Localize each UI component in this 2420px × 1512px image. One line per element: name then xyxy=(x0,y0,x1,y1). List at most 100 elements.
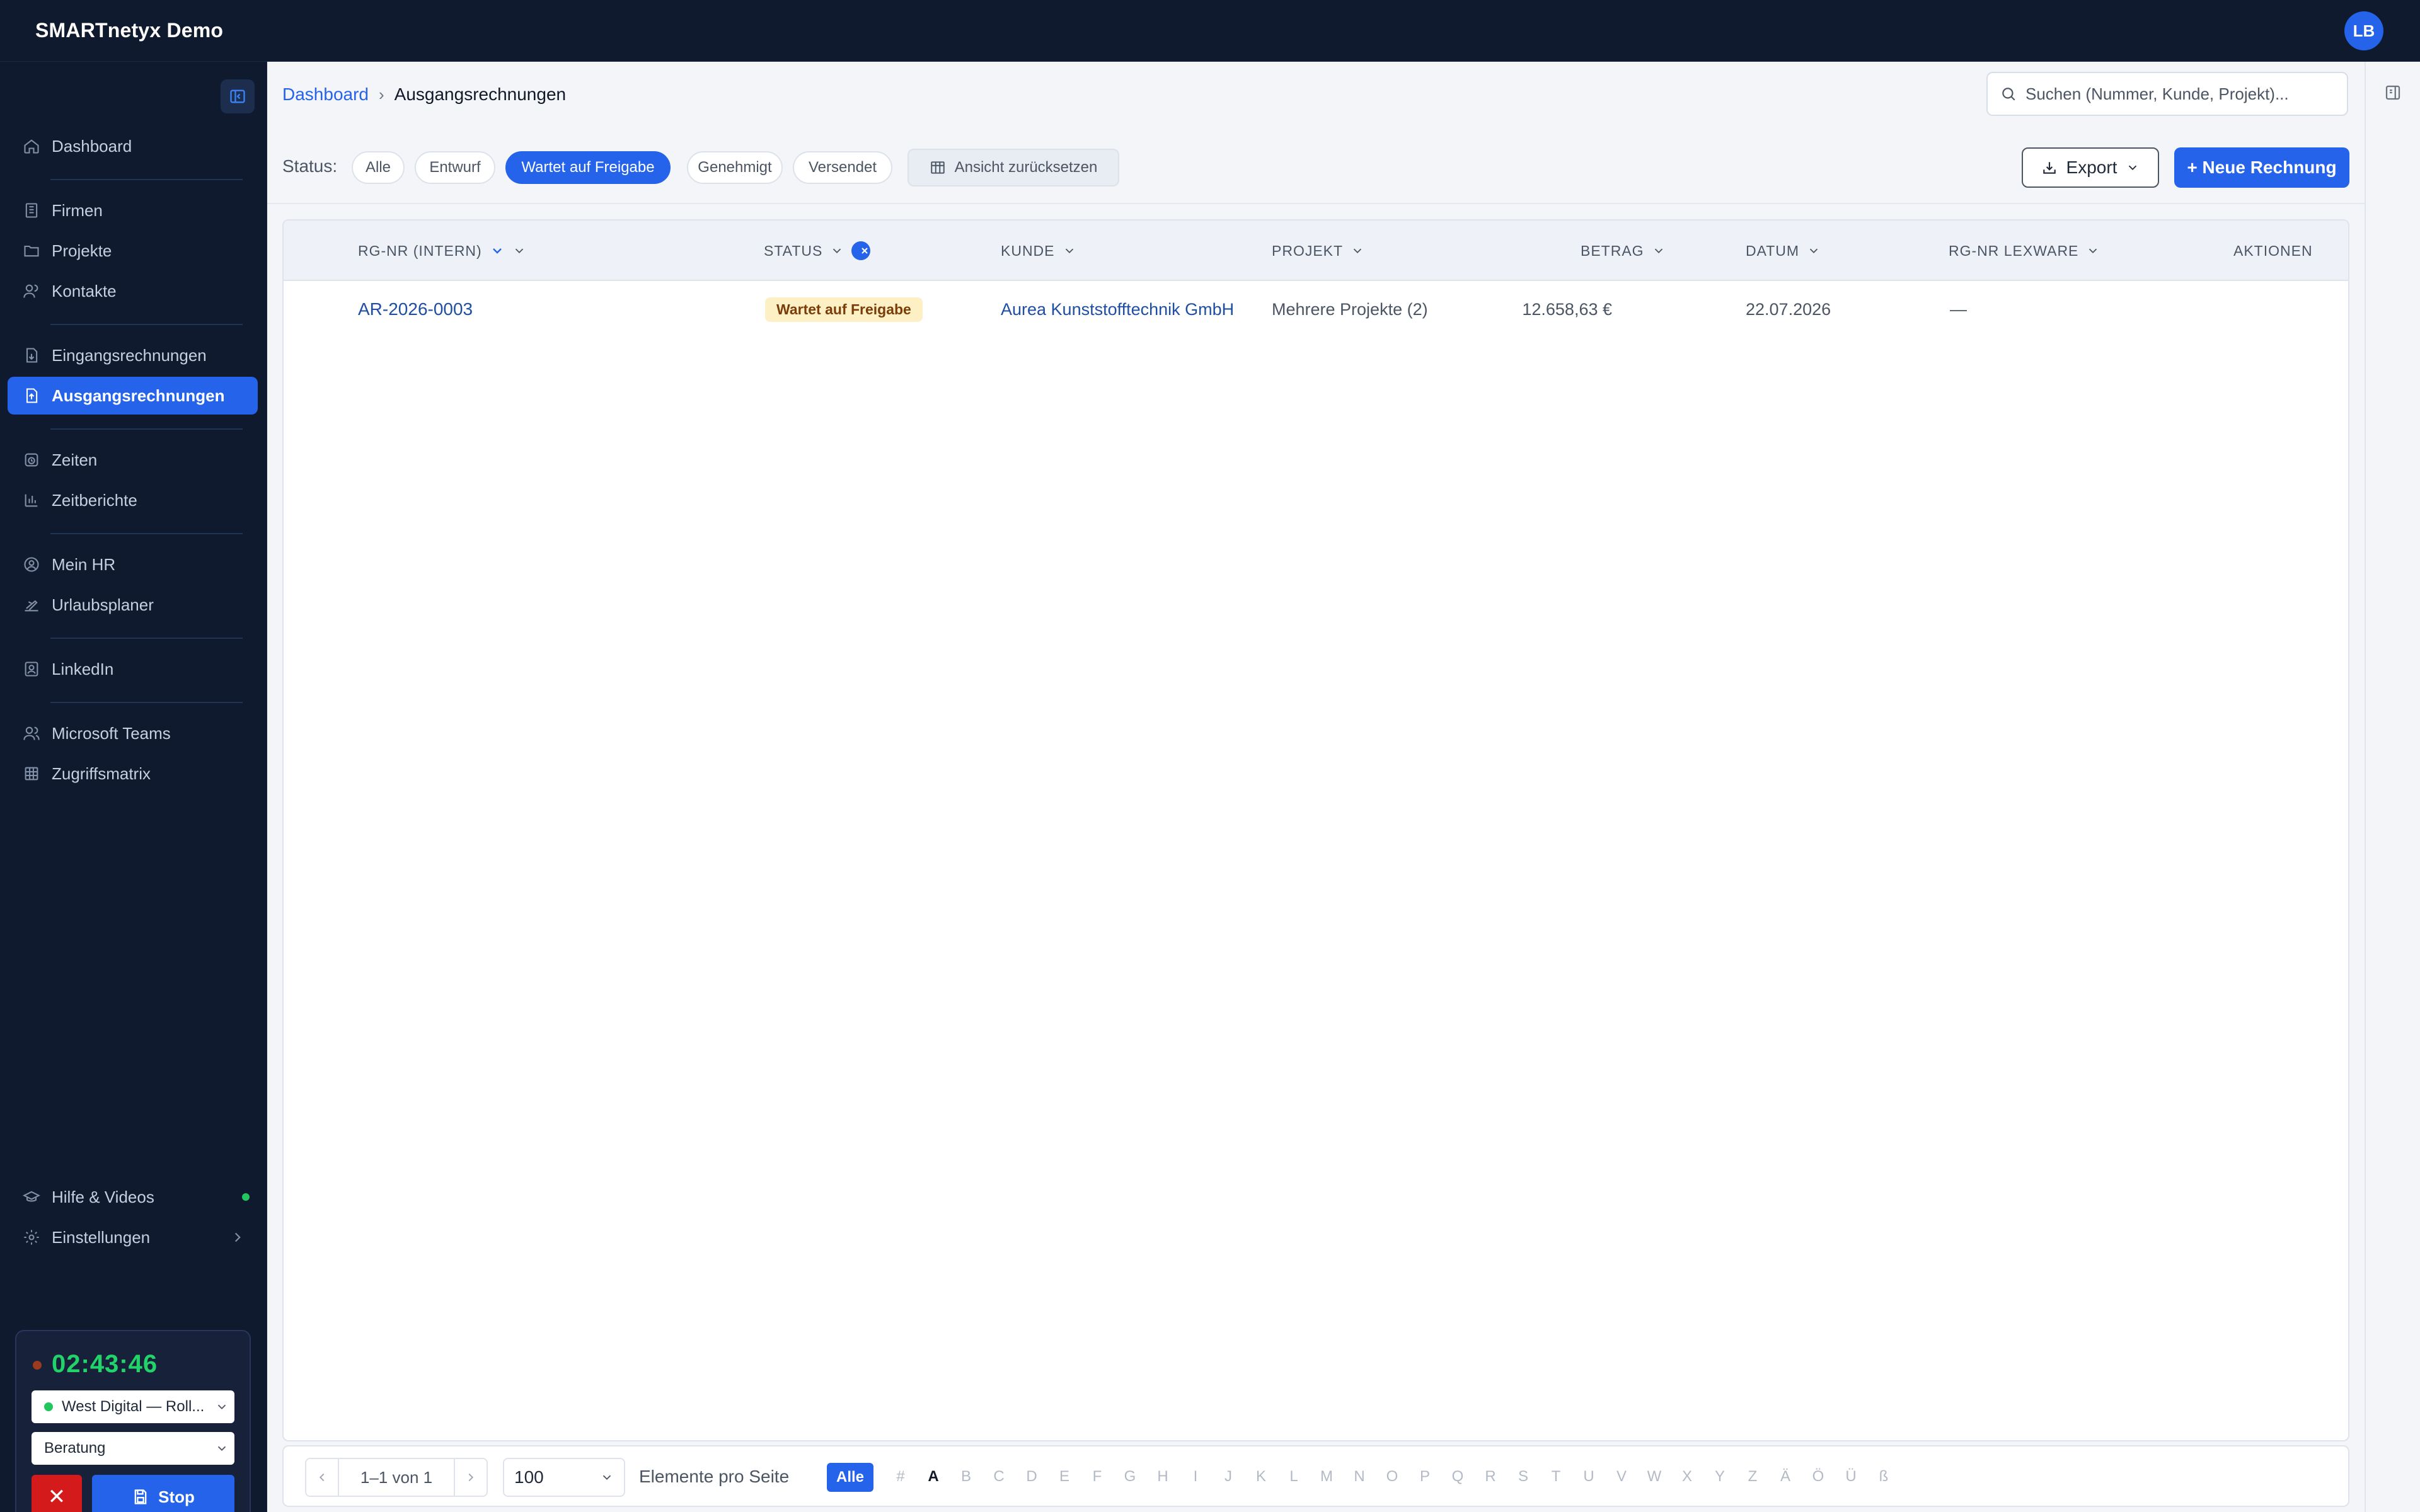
search-box[interactable] xyxy=(1986,72,2348,116)
table-row[interactable]: AR-2026-0003 xyxy=(358,281,473,338)
alphabet-letter[interactable]: Ö xyxy=(1809,1468,1828,1486)
sidebar-collapse-button[interactable] xyxy=(221,79,255,113)
timer-project-select[interactable]: West Digital — Roll... xyxy=(32,1390,234,1423)
sidebar: Dashboard Firmen Projekte Kontakte Einga… xyxy=(0,62,267,1512)
chevron-right-icon: › xyxy=(378,84,384,104)
sidebar-item-settings[interactable]: Einstellungen xyxy=(8,1218,258,1256)
alphabet-letter[interactable]: M xyxy=(1317,1468,1336,1486)
sidebar-item-urlaubsplaner[interactable]: Urlaubsplaner xyxy=(8,586,258,624)
alphabet-letter[interactable]: D xyxy=(1022,1468,1041,1486)
filter-chip-entwurf[interactable]: Entwurf xyxy=(415,151,495,184)
alphabet-letter[interactable]: G xyxy=(1121,1468,1139,1486)
clear-filter-icon[interactable] xyxy=(851,241,871,260)
sidebar-item-zeiten[interactable]: Zeiten xyxy=(8,441,258,479)
column-header-rg-nr-intern[interactable]: RG-NR (INTERN) xyxy=(358,220,526,281)
alphabet-letter[interactable]: C xyxy=(989,1468,1008,1486)
sidebar-item-projekte[interactable]: Projekte xyxy=(8,232,258,270)
column-header-betrag[interactable]: BETRAG xyxy=(1581,220,1666,281)
status-badge: Wartet auf Freigabe xyxy=(765,297,923,322)
alphabet-letter[interactable]: ß xyxy=(1874,1468,1893,1486)
sidebar-item-dashboard[interactable]: Dashboard xyxy=(8,127,258,165)
table-cell-project: Mehrere Projekte (2) xyxy=(1272,299,1428,319)
alphabet-letter[interactable]: J xyxy=(1219,1468,1238,1486)
filter-chip-wartet-auf-freigabe[interactable]: Wartet auf Freigabe xyxy=(505,151,671,184)
customer-link[interactable]: Aurea Kunststofftechnik GmbH xyxy=(1001,281,1234,338)
chevron-down-icon xyxy=(833,248,841,254)
table-columns-icon xyxy=(930,161,945,174)
alphabet-filter-all[interactable]: Alle xyxy=(827,1463,873,1492)
alphabet-letter[interactable]: V xyxy=(1612,1468,1631,1486)
breadcrumb: Dashboard › Ausgangsrechnungen xyxy=(282,84,566,105)
alphabet-letter[interactable]: X xyxy=(1678,1468,1697,1486)
right-panel-divider xyxy=(2365,62,2366,1512)
timer-cancel-button[interactable]: ✕ xyxy=(32,1475,82,1512)
alphabet-letter[interactable]: Y xyxy=(1710,1468,1729,1486)
filter-chip-alle[interactable]: Alle xyxy=(352,151,405,184)
sidebar-divider xyxy=(50,638,243,639)
alphabet-letter[interactable]: W xyxy=(1645,1468,1664,1486)
sidebar-item-mein-hr[interactable]: Mein HR xyxy=(8,546,258,583)
alphabet-letter[interactable]: O xyxy=(1383,1468,1402,1486)
user-avatar[interactable]: LB xyxy=(2344,11,2383,50)
alphabet-letter[interactable]: N xyxy=(1350,1468,1369,1486)
breadcrumb-dashboard-link[interactable]: Dashboard xyxy=(282,84,369,105)
alphabet-letter[interactable]: H xyxy=(1153,1468,1172,1486)
alphabet-letter[interactable]: Z xyxy=(1743,1468,1762,1486)
column-header-kunde[interactable]: KUNDE xyxy=(1001,220,1076,281)
alphabet-letter[interactable]: # xyxy=(891,1468,910,1486)
chevron-left-icon[interactable] xyxy=(306,1470,338,1484)
column-header-rg-nr-lexware[interactable]: RG-NR LEXWARE xyxy=(1949,220,2100,281)
alphabet-letter[interactable]: L xyxy=(1284,1468,1303,1486)
search-input[interactable] xyxy=(2025,84,2315,104)
users-icon xyxy=(13,272,50,310)
column-header-datum[interactable]: DATUM xyxy=(1746,220,1821,281)
chevron-down-icon xyxy=(600,1470,614,1484)
alphabet-letter[interactable]: T xyxy=(1547,1468,1565,1486)
panel-toggle-icon[interactable] xyxy=(2383,83,2402,102)
sidebar-item-help[interactable]: Hilfe & Videos xyxy=(8,1178,258,1216)
sort-desc-icon xyxy=(492,248,502,254)
sidebar-item-firmen[interactable]: Firmen xyxy=(8,192,258,229)
new-invoice-button[interactable]: + Neue Rechnung xyxy=(2174,147,2349,188)
sidebar-item-microsoft-teams[interactable]: Microsoft Teams xyxy=(8,714,258,752)
sidebar-item-kontakte[interactable]: Kontakte xyxy=(8,272,258,310)
chevron-down-icon xyxy=(2129,165,2137,171)
alphabet-letter[interactable]: A xyxy=(924,1468,943,1486)
alphabet-letter[interactable]: S xyxy=(1514,1468,1533,1486)
alphabet-letter[interactable]: U xyxy=(1579,1468,1598,1486)
graduation-cap-icon xyxy=(13,1178,50,1216)
file-in-icon xyxy=(13,336,50,374)
sidebar-item-zeitberichte[interactable]: Zeitberichte xyxy=(8,481,258,519)
alphabet-letter[interactable]: I xyxy=(1186,1468,1205,1486)
chevron-right-icon[interactable] xyxy=(455,1470,487,1484)
export-button[interactable]: Export xyxy=(2022,147,2159,188)
alphabet-letter[interactable]: E xyxy=(1055,1468,1074,1486)
sidebar-item-zugriffsmatrix[interactable]: Zugriffsmatrix xyxy=(8,755,258,793)
alphabet-letter[interactable]: Ä xyxy=(1776,1468,1795,1486)
invoice-number-link[interactable]: AR-2026-0003 xyxy=(358,299,473,319)
alphabet-letter[interactable]: F xyxy=(1088,1468,1107,1486)
alphabet-letter[interactable]: Ü xyxy=(1841,1468,1860,1486)
alphabet-letter[interactable]: Q xyxy=(1448,1468,1467,1486)
alphabet-letter[interactable]: K xyxy=(1252,1468,1270,1486)
timer-recording-dot xyxy=(33,1361,42,1370)
filter-chip-versendet[interactable]: Versendet xyxy=(793,151,892,184)
sidebar-collapse-icon xyxy=(230,89,245,103)
alphabet-letter[interactable]: B xyxy=(957,1468,976,1486)
column-header-projekt[interactable]: PROJEKT xyxy=(1272,220,1364,281)
sidebar-item-ausgangsrechnungen[interactable]: Ausgangsrechnungen xyxy=(8,377,258,415)
column-header-status[interactable]: STATUS xyxy=(764,220,871,281)
chevron-down-icon xyxy=(2089,248,2097,254)
sidebar-item-linkedin[interactable]: LinkedIn xyxy=(8,650,258,688)
sidebar-item-eingangsrechnungen[interactable]: Eingangsrechnungen xyxy=(8,336,258,374)
reset-view-button[interactable]: Ansicht zurücksetzen xyxy=(908,149,1119,186)
alphabet-letter[interactable]: R xyxy=(1481,1468,1500,1486)
alphabet-letter[interactable]: P xyxy=(1415,1468,1434,1486)
timer-stop-button[interactable]: Stop xyxy=(92,1475,234,1512)
pagination-bar: 1–1 von 1 100 Elemente pro Seite Alle # A… xyxy=(282,1445,2349,1507)
per-page-select[interactable]: 100 xyxy=(503,1458,625,1497)
table-cell-date: 22.07.2026 xyxy=(1746,299,1831,319)
sidebar-divider xyxy=(50,702,243,703)
filter-chip-genehmigt[interactable]: Genehmigt xyxy=(687,151,783,184)
timer-activity-select[interactable]: Beratung xyxy=(32,1432,234,1465)
